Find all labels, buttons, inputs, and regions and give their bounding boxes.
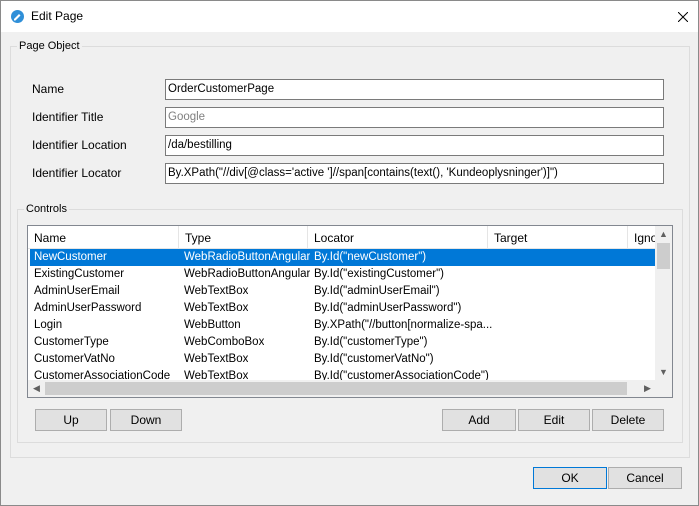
vertical-scroll-thumb[interactable] bbox=[657, 243, 670, 269]
title-bar: Edit Page bbox=[1, 1, 698, 32]
row-name: CustomerVatNo bbox=[34, 353, 115, 365]
ok-button[interactable]: OK bbox=[533, 467, 607, 489]
row-locator: By.Id("customerVatNo") bbox=[314, 353, 434, 365]
table-row[interactable]: AdminUserPassword WebTextBox By.Id("admi… bbox=[30, 300, 658, 317]
horizontal-scroll-thumb[interactable] bbox=[45, 382, 627, 395]
column-header-name[interactable]: Name bbox=[28, 226, 179, 249]
column-header-locator[interactable]: Locator bbox=[308, 226, 488, 249]
down-button[interactable]: Down bbox=[110, 409, 182, 431]
row-type: WebTextBox bbox=[184, 302, 249, 314]
table-row[interactable]: NewCustomer WebRadioButtonAngular By.Id(… bbox=[30, 249, 658, 266]
row-name: AdminUserPassword bbox=[34, 302, 142, 314]
row-type: WebComboBox bbox=[184, 336, 265, 348]
row-name: AdminUserEmail bbox=[34, 285, 120, 297]
identifier-location-field[interactable]: /da/bestilling bbox=[165, 135, 664, 156]
row-name: Login bbox=[34, 319, 63, 331]
identifier-title-field[interactable]: Google bbox=[165, 107, 664, 128]
column-header-target[interactable]: Target bbox=[488, 226, 628, 249]
row-type: WebTextBox bbox=[184, 285, 249, 297]
table-row[interactable]: CustomerType WebComboBox By.Id("customer… bbox=[30, 334, 658, 351]
row-locator: By.Id("adminUserPassword") bbox=[314, 302, 462, 314]
row-locator: By.Id("newCustomer") bbox=[314, 251, 427, 263]
row-name: CustomerType bbox=[34, 336, 109, 348]
identifier-location-label: Identifier Location bbox=[32, 138, 127, 152]
controls-list[interactable]: Name Type Locator Target Ignor NewCustom… bbox=[27, 225, 673, 398]
scroll-down-icon[interactable]: ▼ bbox=[655, 364, 672, 381]
page-object-legend: Page Object bbox=[17, 40, 82, 52]
delete-button[interactable]: Delete bbox=[592, 409, 664, 431]
add-button[interactable]: Add bbox=[442, 409, 516, 431]
row-locator: By.Id("customerType") bbox=[314, 336, 428, 348]
row-locator: By.Id("existingCustomer") bbox=[314, 268, 445, 280]
list-header: Name Type Locator Target Ignor bbox=[28, 226, 658, 249]
row-name: NewCustomer bbox=[34, 251, 107, 263]
name-field[interactable]: OrderCustomerPage bbox=[165, 79, 664, 100]
row-locator: By.XPath("//button[normalize-spa... bbox=[314, 319, 493, 331]
identifier-locator-label: Identifier Locator bbox=[32, 166, 122, 180]
row-type: WebRadioButtonAngular bbox=[184, 251, 311, 263]
row-type: WebButton bbox=[184, 319, 241, 331]
row-name: ExistingCustomer bbox=[34, 268, 125, 280]
column-header-ignore[interactable]: Ignor bbox=[628, 226, 658, 249]
scroll-up-icon[interactable]: ▲ bbox=[655, 226, 672, 243]
row-locator: By.Id("adminUserEmail") bbox=[314, 285, 440, 297]
edit-button[interactable]: Edit bbox=[518, 409, 590, 431]
identifier-locator-field[interactable]: By.XPath("//div[@class='active ']//span[… bbox=[165, 163, 664, 184]
controls-legend: Controls bbox=[24, 203, 69, 215]
row-type: WebTextBox bbox=[184, 353, 249, 365]
table-row[interactable]: CustomerVatNo WebTextBox By.Id("customer… bbox=[30, 351, 658, 368]
horizontal-scrollbar[interactable]: ◀ ▶ bbox=[28, 380, 656, 397]
cancel-button[interactable]: Cancel bbox=[608, 467, 682, 489]
vertical-scrollbar[interactable]: ▲ ▼ bbox=[655, 226, 672, 381]
identifier-title-label: Identifier Title bbox=[32, 110, 104, 124]
scroll-right-icon[interactable]: ▶ bbox=[639, 380, 656, 397]
edit-page-dialog: Edit Page Page Object Name OrderCustomer… bbox=[0, 0, 699, 506]
window-title: Edit Page bbox=[31, 9, 84, 23]
up-button[interactable]: Up bbox=[35, 409, 107, 431]
app-icon bbox=[11, 10, 24, 23]
table-row[interactable]: Login WebButton By.XPath("//button[norma… bbox=[30, 317, 658, 334]
scroll-left-icon[interactable]: ◀ bbox=[28, 380, 45, 397]
close-icon bbox=[678, 11, 688, 22]
table-row[interactable]: AdminUserEmail WebTextBox By.Id("adminUs… bbox=[30, 283, 658, 300]
table-row[interactable]: ExistingCustomer WebRadioButtonAngular B… bbox=[30, 266, 658, 283]
column-header-type[interactable]: Type bbox=[179, 226, 308, 249]
scroll-corner bbox=[655, 380, 672, 397]
row-type: WebRadioButtonAngular bbox=[184, 268, 311, 280]
name-label: Name bbox=[32, 82, 65, 96]
close-button[interactable] bbox=[668, 1, 698, 32]
